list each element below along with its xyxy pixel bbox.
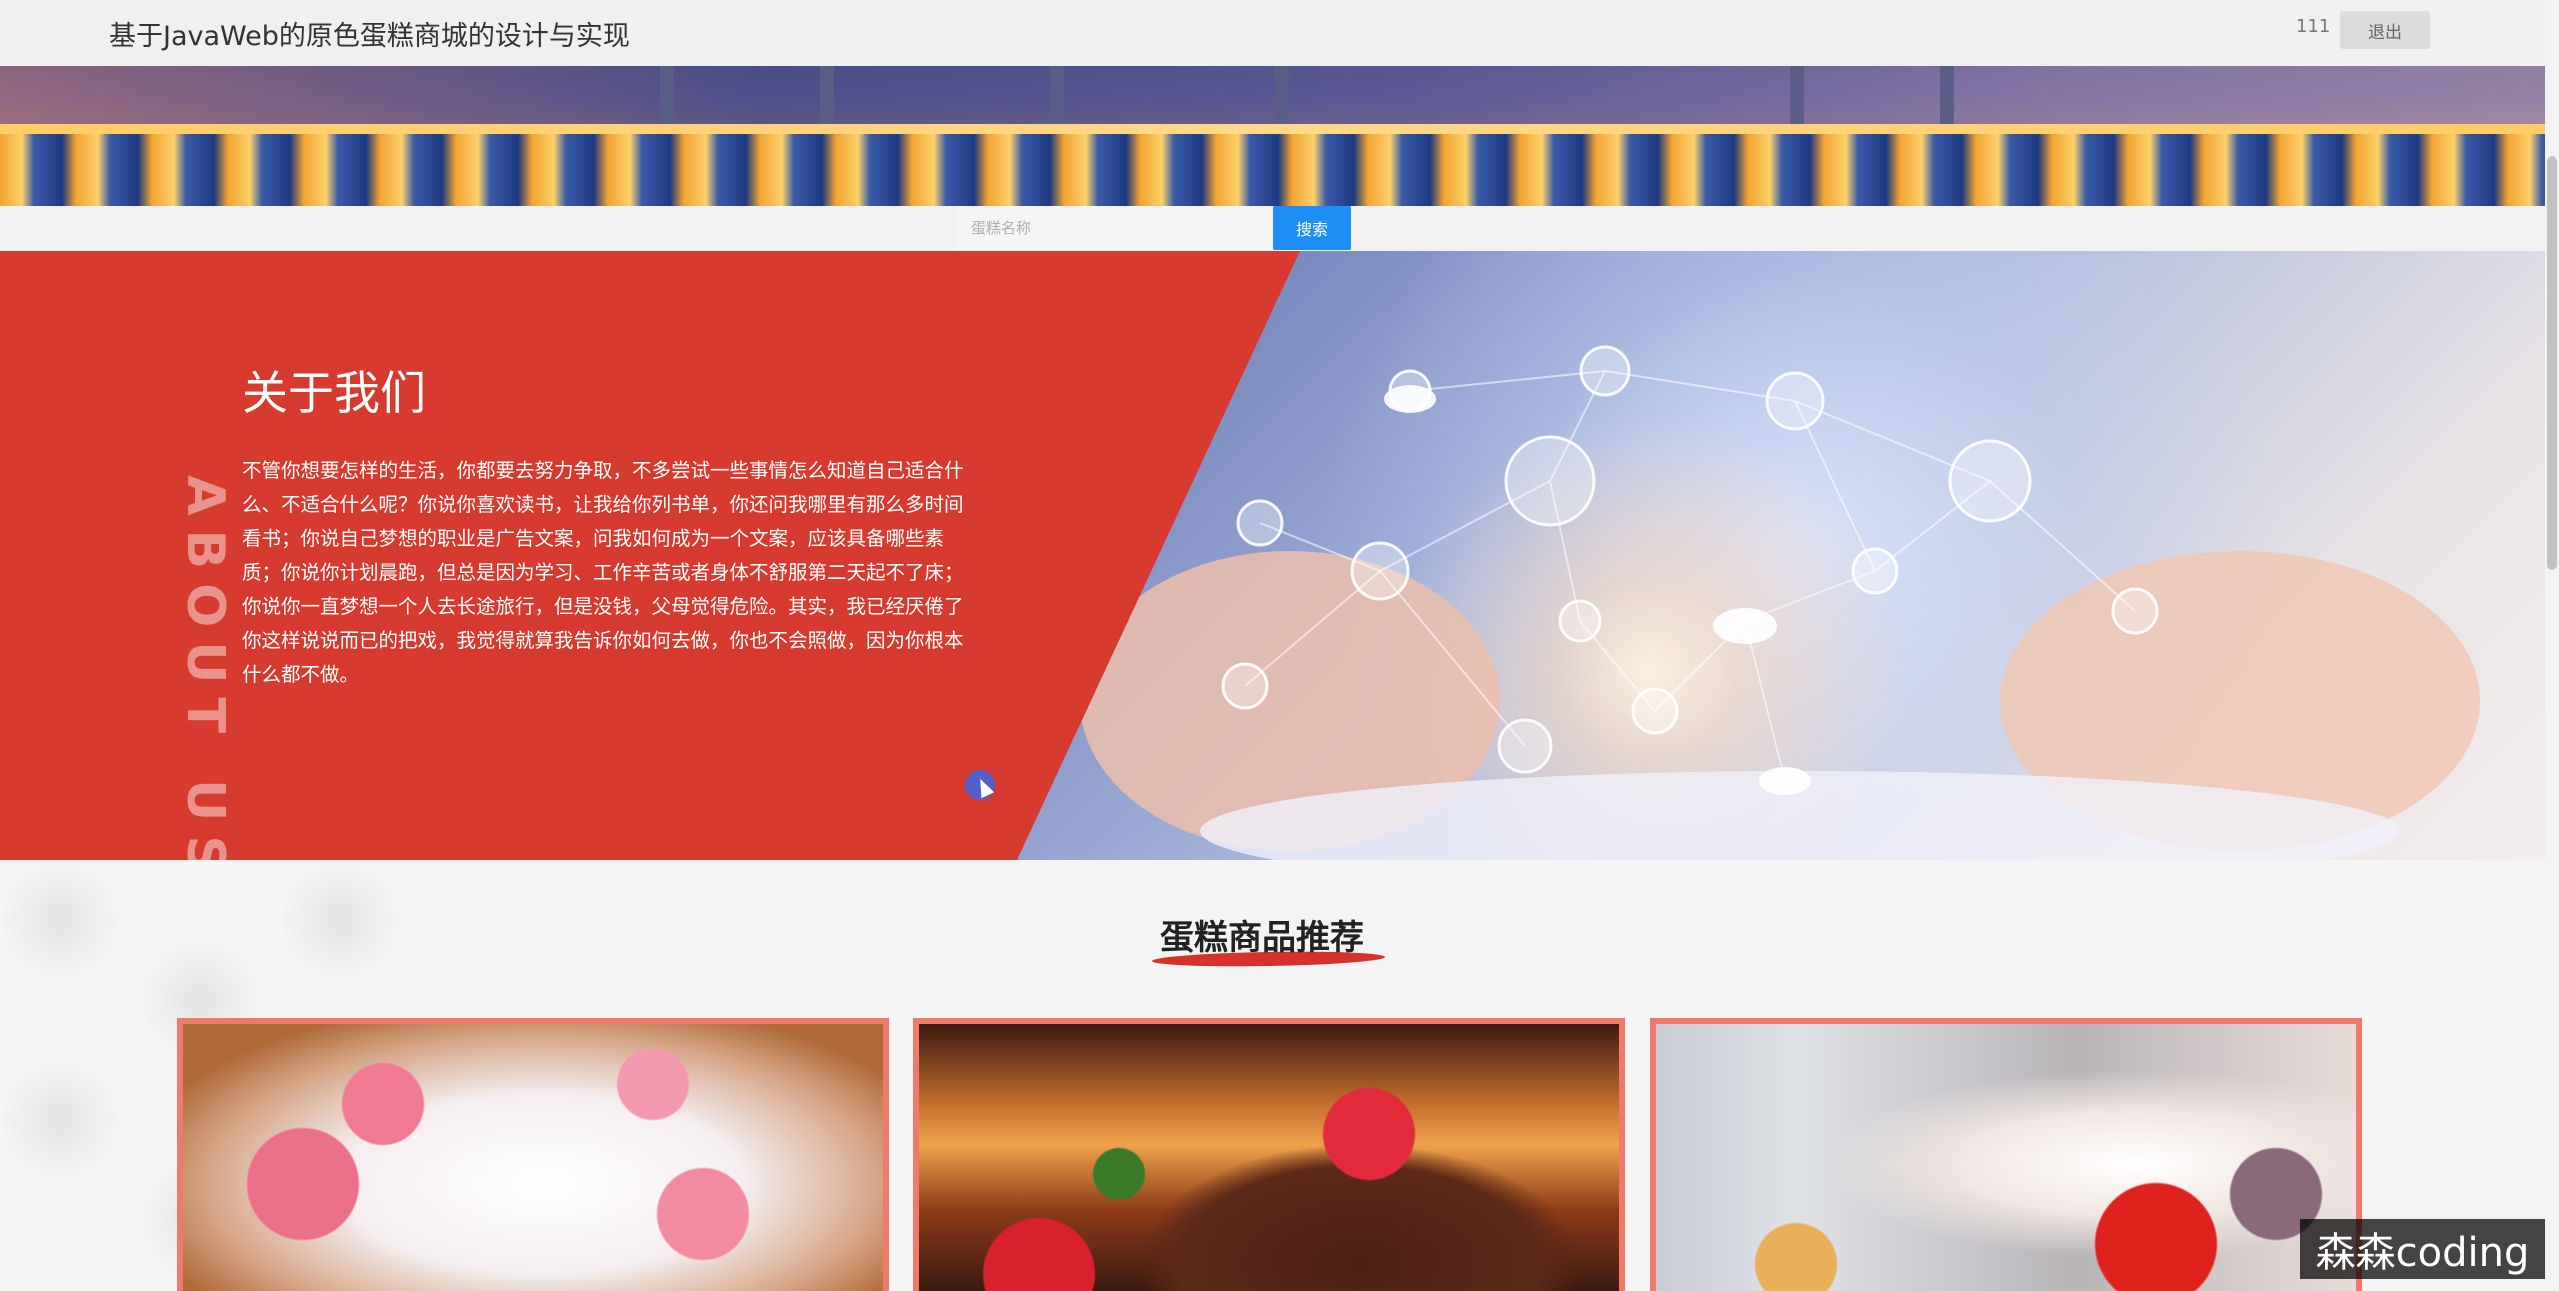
scrollbar-thumb[interactable] [2547,156,2557,570]
about-us-vertical-label: ABOUT US [175,475,235,860]
logout-button[interactable]: 退出 [2340,11,2430,49]
site-title: 基于JavaWeb的原色蛋糕商城的设计与实现 [109,21,630,52]
search-button[interactable]: 搜索 [1273,206,1351,250]
bridge-deck [0,124,2545,134]
search-input[interactable] [955,206,1273,250]
recommend-section: 蛋糕商品推荐 [0,860,2545,1291]
watermark: 森森coding [2300,1219,2545,1279]
banner-sky [0,66,2545,128]
cake-card[interactable] [1650,1018,2362,1291]
bridge-reflection [0,134,2545,206]
username-label[interactable]: 111 [2296,16,2330,37]
about-body-text: 不管你想要怎样的生活，你都要去努力争取，不多尝试一些事情怎么知道自己适合什么、不… [242,459,964,686]
top-bar: 基于JavaWeb的原色蛋糕商城的设计与实现 111 退出 [0,0,2545,66]
banner-image [0,66,2545,206]
cake-card[interactable] [177,1018,889,1291]
section-title: 蛋糕商品推荐 [1160,918,1364,958]
about-section: ABOUT US 关于我们 不管你想要怎样的生活，你都要去努力争取，不多尝试一些… [0,251,2545,860]
about-title: 关于我们 [242,366,426,420]
cake-card[interactable] [913,1018,1625,1291]
